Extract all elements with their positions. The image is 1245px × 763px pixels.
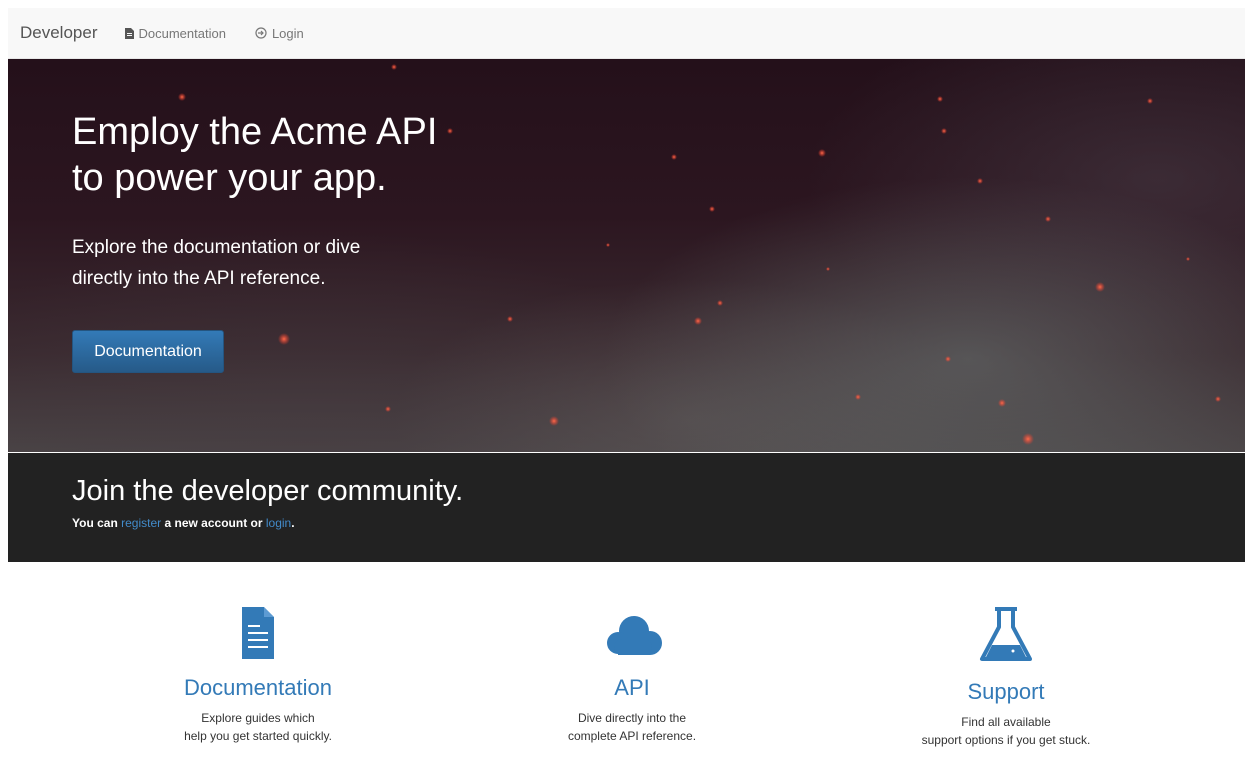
feature-support-desc: Find all available support options if yo… <box>806 713 1206 749</box>
hero-title-line1: Employ the Acme API <box>72 111 438 153</box>
feature-support-title[interactable]: Support <box>806 679 1206 705</box>
nav-login-link[interactable]: Login <box>255 26 304 41</box>
feature-api-desc: Dive directly into the complete API refe… <box>432 709 832 745</box>
login-link[interactable]: login <box>266 516 291 530</box>
community-text-middle: a new account or <box>164 516 263 530</box>
feature-api-desc-line1: Dive directly into the <box>577 711 687 725</box>
flask-icon <box>980 607 1032 661</box>
community-text-prefix: You can <box>72 516 118 530</box>
feature-documentation-desc-line2: help you get started quickly. <box>184 729 332 743</box>
community-text: You can register a new account or login. <box>72 516 295 530</box>
feature-documentation-title[interactable]: Documentation <box>58 675 458 701</box>
hero-lead: Explore the documentation or dive direct… <box>72 232 432 294</box>
nav-documentation-label: Documentation <box>138 25 226 41</box>
feature-documentation: Documentation Explore guides which help … <box>58 605 458 745</box>
register-link[interactable]: register <box>121 516 161 530</box>
document-icon <box>242 607 274 659</box>
community-band: Join the developer community. You can re… <box>8 453 1245 562</box>
feature-api-desc-line2: complete API reference. <box>567 729 697 743</box>
feature-documentation-desc: Explore guides which help you get starte… <box>58 709 458 745</box>
feature-support-desc-line1: Find all available <box>961 715 1051 729</box>
hero-documentation-button[interactable]: Documentation <box>72 330 224 373</box>
nav-documentation-link[interactable]: Documentation <box>124 25 226 41</box>
feature-documentation-desc-line1: Explore guides which <box>201 711 315 725</box>
hero-lead-line2: directly into the API reference. <box>72 268 326 289</box>
feature-support: Support Find all available support optio… <box>806 605 1206 749</box>
nav-login-label: Login <box>271 25 304 41</box>
hero-title-line2: to power your app. <box>72 157 387 199</box>
login-icon <box>255 27 267 39</box>
hero-lead-line1: Explore the documentation or dive <box>72 237 361 258</box>
feature-api: API Dive directly into the complete API … <box>432 605 832 745</box>
top-navbar: Developer Documentation Login <box>8 8 1245 59</box>
community-text-suffix: . <box>291 516 295 530</box>
file-icon <box>124 27 134 39</box>
navbar-brand[interactable]: Developer <box>20 23 98 43</box>
feature-api-title[interactable]: API <box>432 675 832 701</box>
cloud-icon <box>607 616 662 655</box>
hero-banner: Employ the Acme API to power your app. E… <box>8 59 1245 452</box>
feature-support-desc-line2: support options if you get stuck. <box>921 733 1091 747</box>
community-title: Join the developer community. <box>72 475 464 507</box>
hero-title: Employ the Acme API to power your app. <box>72 109 512 201</box>
